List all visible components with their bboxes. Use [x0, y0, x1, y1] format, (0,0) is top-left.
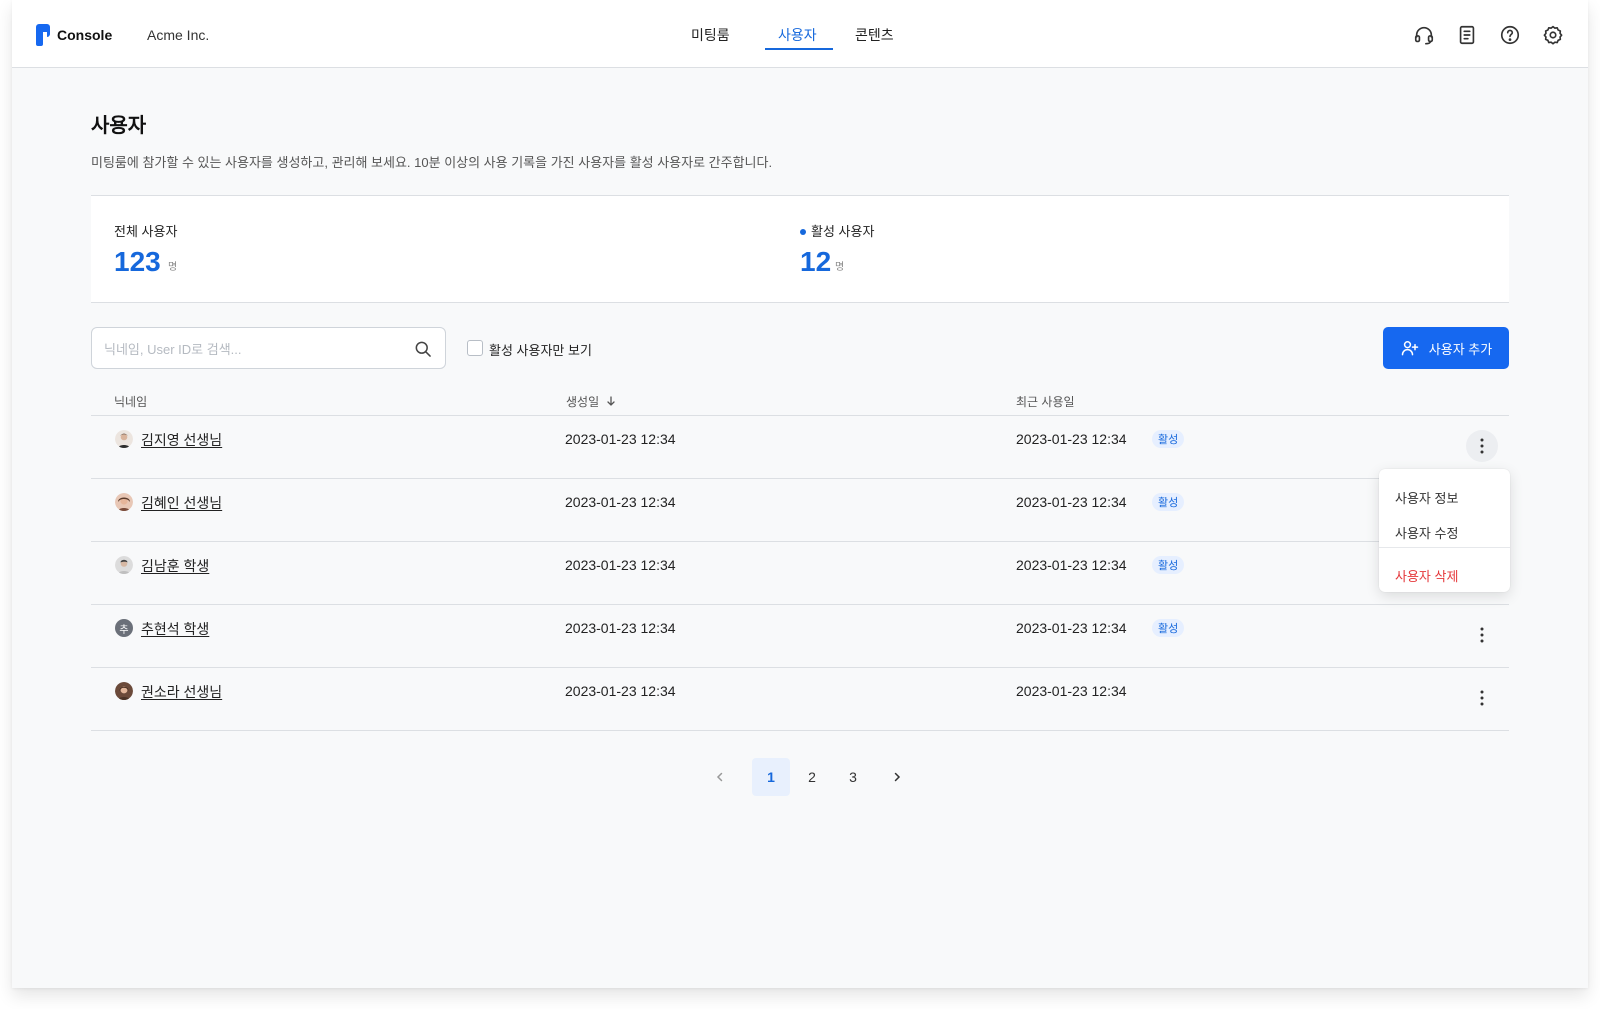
- row-more-button[interactable]: [1466, 619, 1498, 651]
- menu-item-user-info[interactable]: 사용자 정보: [1395, 488, 1458, 507]
- status-badge: 활성: [1152, 556, 1185, 574]
- user-name-link[interactable]: 김지영 선생님: [141, 430, 222, 450]
- tab-users[interactable]: 사용자: [778, 25, 817, 45]
- avatar: [115, 682, 133, 700]
- recent-date: 2023-01-23 12:34: [1016, 620, 1127, 636]
- active-only-checkbox[interactable]: [467, 340, 483, 356]
- table-row: 권소라 선생님 2023-01-23 12:34 2023-01-23 12:3…: [91, 668, 1509, 731]
- more-vertical-icon: [1480, 627, 1484, 643]
- avatar-initial: 추: [115, 619, 133, 637]
- menu-divider: [1379, 547, 1510, 548]
- chevron-left-icon: [716, 772, 723, 782]
- tab-contents[interactable]: 콘텐츠: [855, 25, 894, 45]
- next-page-button[interactable]: [878, 758, 916, 796]
- help-icon[interactable]: [1499, 24, 1521, 46]
- table-row: 김지영 선생님 2023-01-23 12:34 2023-01-23 12:3…: [91, 416, 1509, 479]
- user-name-link[interactable]: 추현석 학생: [141, 619, 209, 639]
- search-box: [91, 327, 446, 369]
- more-vertical-icon: [1480, 690, 1484, 706]
- row-more-button[interactable]: [1466, 682, 1498, 714]
- status-badge: 활성: [1152, 430, 1185, 448]
- row-actions-menu: 사용자 정보 사용자 수정 사용자 삭제: [1379, 469, 1510, 592]
- active-users-label: 활성 사용자: [811, 224, 875, 239]
- active-users-unit: 명: [835, 262, 845, 273]
- active-tab-indicator: [765, 48, 833, 50]
- stats-panel: 전체 사용자 123 명 활성 사용자 12 명: [91, 195, 1509, 303]
- recent-date: 2023-01-23 12:34: [1016, 431, 1127, 447]
- total-users-value: 123: [114, 246, 161, 277]
- search-icon[interactable]: [413, 339, 433, 359]
- column-header-created-label: 생성일: [566, 395, 600, 409]
- document-icon[interactable]: [1456, 24, 1478, 46]
- tab-meeting-rooms[interactable]: 미팅룸: [691, 25, 730, 45]
- column-header-recent[interactable]: 최근 사용일: [1016, 393, 1075, 410]
- page-button-2[interactable]: 2: [793, 758, 831, 796]
- active-only-label[interactable]: 활성 사용자만 보기: [489, 340, 592, 359]
- page-button-3[interactable]: 3: [834, 758, 872, 796]
- active-dot-icon: [800, 228, 806, 235]
- table-row: 김남훈 학생 2023-01-23 12:34 2023-01-23 12:34…: [91, 542, 1509, 605]
- table-row: 추 추현석 학생 2023-01-23 12:34 2023-01-23 12:…: [91, 605, 1509, 668]
- active-users-value: 12: [800, 246, 832, 277]
- created-date: 2023-01-23 12:34: [565, 494, 676, 510]
- recent-date: 2023-01-23 12:34: [1016, 683, 1127, 699]
- app-window: Console Acme Inc. 미팅룸 사용자 콘텐츠 사용자 미팅룸에 참…: [12, 0, 1588, 988]
- page-title: 사용자: [91, 115, 147, 137]
- menu-item-edit-user[interactable]: 사용자 수정: [1395, 523, 1458, 542]
- headset-icon[interactable]: [1413, 24, 1435, 46]
- total-users-label: 전체 사용자: [114, 224, 178, 239]
- more-vertical-icon: [1480, 438, 1484, 454]
- menu-item-delete-user[interactable]: 사용자 삭제: [1395, 566, 1458, 585]
- prev-page-button[interactable]: [701, 758, 739, 796]
- console-logo-icon: [36, 24, 50, 46]
- settings-icon[interactable]: [1542, 24, 1564, 46]
- user-name-link[interactable]: 김혜인 선생님: [141, 493, 222, 513]
- avatar: [115, 556, 133, 574]
- table-row: 김혜인 선생님 2023-01-23 12:34 2023-01-23 12:3…: [91, 479, 1509, 542]
- top-header: Console Acme Inc. 미팅룸 사용자 콘텐츠: [12, 0, 1588, 68]
- add-user-icon: [1401, 341, 1419, 356]
- recent-date: 2023-01-23 12:34: [1016, 494, 1127, 510]
- row-more-button[interactable]: [1466, 430, 1498, 462]
- avatar: [115, 493, 133, 511]
- status-badge: 활성: [1152, 493, 1185, 511]
- chevron-right-icon: [894, 772, 901, 782]
- created-date: 2023-01-23 12:34: [565, 557, 676, 573]
- search-input[interactable]: [104, 339, 404, 359]
- avatar: [115, 430, 133, 448]
- sort-desc-icon: [607, 396, 615, 406]
- column-header-created[interactable]: 생성일: [566, 393, 617, 410]
- status-badge: 활성: [1152, 619, 1185, 637]
- created-date: 2023-01-23 12:34: [565, 620, 676, 636]
- add-user-button[interactable]: 사용자 추가: [1383, 327, 1509, 369]
- total-users-unit: 명: [168, 262, 178, 273]
- page-description: 미팅룸에 참가할 수 있는 사용자를 생성하고, 관리해 보세요. 10분 이상…: [91, 155, 773, 170]
- created-date: 2023-01-23 12:34: [565, 683, 676, 699]
- created-date: 2023-01-23 12:34: [565, 431, 676, 447]
- org-name[interactable]: Acme Inc.: [147, 27, 209, 43]
- page-button-1[interactable]: 1: [752, 758, 790, 796]
- user-name-link[interactable]: 김남훈 학생: [141, 556, 209, 576]
- user-name-link[interactable]: 권소라 선생님: [141, 682, 222, 702]
- brand-name: Console: [57, 27, 113, 43]
- active-users-label-wrap: 활성 사용자: [800, 221, 874, 240]
- recent-date: 2023-01-23 12:34: [1016, 557, 1127, 573]
- column-header-nickname[interactable]: 닉네임: [114, 393, 147, 410]
- add-user-label: 사용자 추가: [1428, 341, 1493, 357]
